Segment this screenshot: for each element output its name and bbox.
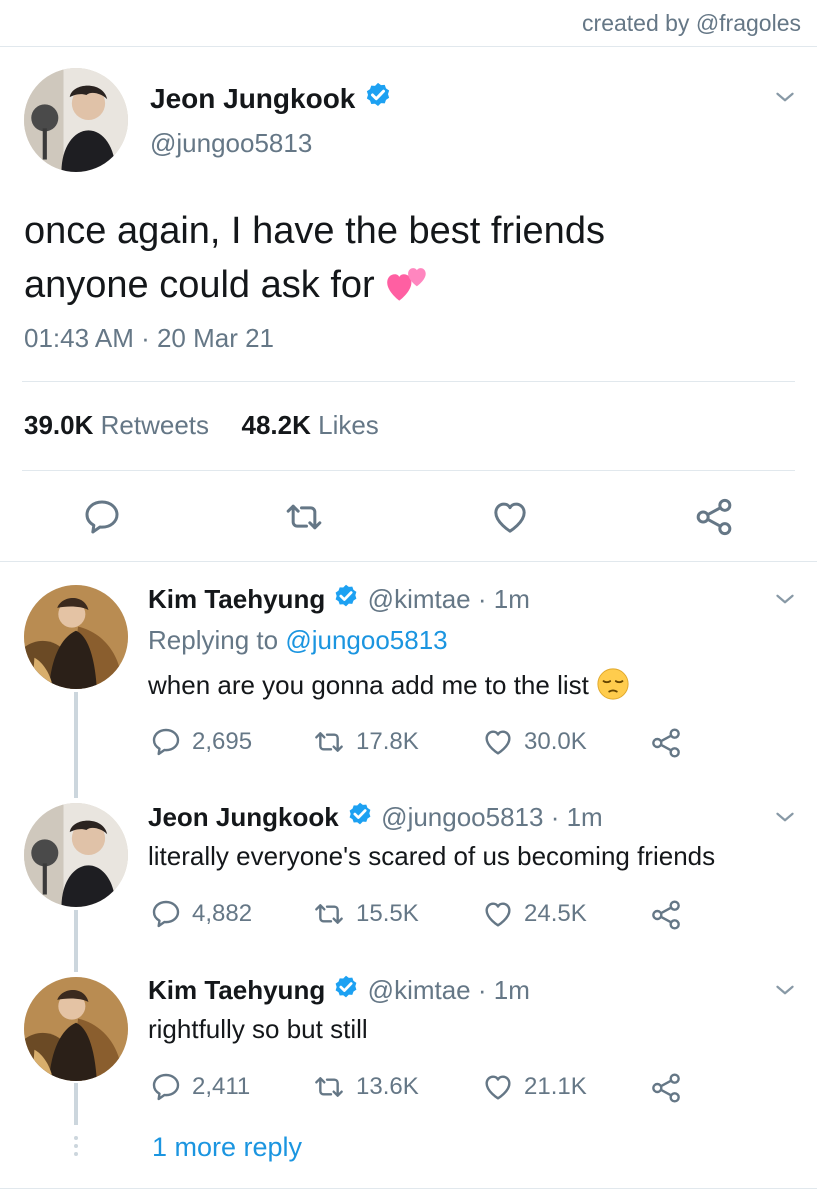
credit-text: created by @fragoles: [582, 10, 801, 36]
thread-line: [74, 692, 78, 798]
like-icon[interactable]: [482, 1071, 514, 1103]
chevron-down-icon[interactable]: [772, 977, 798, 1003]
main-tweet-timestamp: 01:43 AM · 20 Mar 21: [24, 323, 275, 353]
divider-replies: [0, 561, 817, 562]
retweets-label: Retweets: [100, 410, 210, 440]
tweet-stats: 39.0K Retweets 48.2K Likes: [24, 410, 379, 441]
replying-to-link[interactable]: @jungoo5813: [285, 625, 447, 655]
two-hearts-emoji-icon: [385, 263, 429, 303]
reply-age: · 1m: [550, 802, 603, 832]
reply-header: Kim Taehyung @kimtae · 1m: [148, 583, 530, 615]
pensive-face-emoji-icon: [596, 667, 630, 701]
reply-count: 2,411: [192, 1073, 251, 1100]
thread-line: [74, 910, 78, 972]
retweets-count: 39.0K: [24, 410, 94, 440]
share-icon[interactable]: [650, 1072, 682, 1104]
likes-label: Likes: [318, 410, 379, 440]
reply-header: Kim Taehyung @kimtae · 1m: [148, 974, 530, 1006]
retweet-action[interactable]: 17.8K: [312, 726, 419, 758]
divider-bottom: [0, 1188, 817, 1189]
reply-text: when are you gonna add me to the list: [148, 667, 630, 701]
reply-header: Jeon Jungkook @jungoo5813 · 1m: [148, 801, 603, 833]
reply-icon[interactable]: [150, 726, 182, 758]
main-author-name-text[interactable]: Jeon Jungkook: [150, 83, 355, 114]
divider-stats-bottom: [22, 470, 795, 471]
main-tweet-line-2-text: anyone could ask for: [24, 264, 375, 306]
replying-to-prefix: Replying to: [148, 625, 279, 655]
reply-text: literally everyone's scared of us becomi…: [148, 841, 716, 871]
like-icon[interactable]: [482, 898, 514, 930]
reply-age: · 1m: [477, 584, 530, 614]
chevron-down-icon[interactable]: [772, 804, 798, 830]
reply-text-content: when are you gonna add me to the list: [148, 670, 589, 700]
reply-author-name[interactable]: Kim Taehyung: [148, 584, 325, 614]
main-tweet-text: once again, I have the best friends anyo…: [24, 204, 744, 312]
like-icon[interactable]: [482, 726, 514, 758]
like-action[interactable]: 30.0K: [482, 726, 587, 758]
reply-author-handle[interactable]: @kimtae: [368, 975, 471, 1005]
reply-author-handle[interactable]: @kimtae: [368, 584, 471, 614]
reply-action[interactable]: 2,411: [150, 1071, 250, 1103]
thread-line: [74, 1083, 78, 1125]
share-icon[interactable]: [694, 497, 734, 537]
reply-action[interactable]: 4,882: [150, 898, 252, 930]
reply-age: · 1m: [477, 975, 530, 1005]
like-action[interactable]: 21.1K: [482, 1071, 587, 1103]
like-icon[interactable]: [490, 497, 530, 537]
divider-top: [0, 46, 817, 47]
retweet-action[interactable]: 13.6K: [312, 1071, 419, 1103]
retweet-icon[interactable]: [312, 726, 346, 758]
reply-author-name[interactable]: Jeon Jungkook: [148, 802, 339, 832]
reply-count: 4,882: [192, 900, 253, 927]
reply-icon[interactable]: [82, 497, 122, 537]
like-action[interactable]: 24.5K: [482, 898, 587, 930]
reply-text: rightfully so but still: [148, 1014, 368, 1044]
verified-icon: [332, 583, 360, 611]
share-icon[interactable]: [650, 727, 682, 759]
share-icon[interactable]: [650, 899, 682, 931]
chevron-down-icon[interactable]: [772, 84, 798, 110]
verified-icon: [363, 81, 393, 111]
main-tweet-line-1: once again, I have the best friends: [24, 210, 605, 252]
retweet-icon[interactable]: [312, 1071, 346, 1103]
retweet-icon[interactable]: [312, 898, 346, 930]
retweet-count: 13.6K: [356, 1073, 419, 1100]
retweets-stat[interactable]: 39.0K Retweets: [24, 410, 209, 440]
replying-to: Replying to @jungoo5813: [148, 625, 448, 656]
likes-count: 48.2K: [241, 410, 311, 440]
retweet-action[interactable]: 15.5K: [312, 898, 419, 930]
avatar-reply-author[interactable]: [24, 803, 128, 907]
avatar-main-author[interactable]: [24, 68, 128, 172]
verified-icon: [332, 974, 360, 1002]
main-tweet-line-2: anyone could ask for: [24, 258, 744, 312]
reply-icon[interactable]: [150, 898, 182, 930]
retweet-icon[interactable]: [284, 497, 324, 537]
chevron-down-icon[interactable]: [772, 586, 798, 612]
avatar-reply-author[interactable]: [24, 977, 128, 1081]
divider-stats-top: [22, 381, 795, 382]
retweet-count: 15.5K: [356, 900, 419, 927]
reply-count: 2,695: [192, 728, 253, 755]
like-count: 24.5K: [524, 900, 587, 927]
main-author-handle[interactable]: @jungoo5813: [150, 128, 312, 159]
reply-author-handle[interactable]: @jungoo5813: [381, 802, 543, 832]
reply-action[interactable]: 2,695: [150, 726, 252, 758]
likes-stat[interactable]: 48.2K Likes: [241, 410, 378, 440]
more-replies-link[interactable]: 1 more reply: [152, 1132, 302, 1163]
main-author-name[interactable]: Jeon Jungkook: [150, 81, 393, 115]
verified-icon: [346, 801, 374, 829]
reply-author-name[interactable]: Kim Taehyung: [148, 975, 325, 1005]
like-count: 21.1K: [524, 1073, 587, 1100]
more-replies-dots: [74, 1136, 78, 1160]
like-count: 30.0K: [524, 728, 587, 755]
reply-icon[interactable]: [150, 1071, 182, 1103]
retweet-count: 17.8K: [356, 728, 419, 755]
avatar-reply-author[interactable]: [24, 585, 128, 689]
